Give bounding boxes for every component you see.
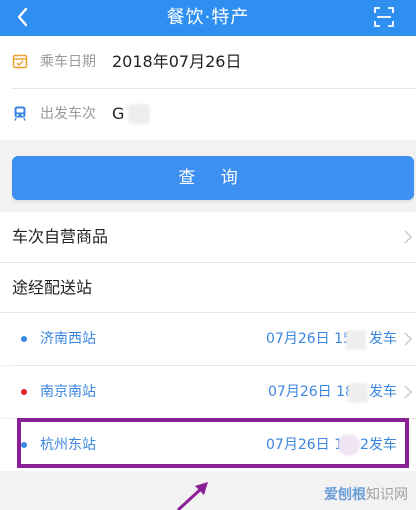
train-row[interactable]: 出发车次 G bbox=[0, 88, 416, 140]
chevron-right-icon bbox=[404, 332, 413, 346]
station-name: 济南西站 bbox=[40, 331, 96, 347]
watermark: 爱刨根知识网 bbox=[324, 484, 408, 504]
redacted-mark bbox=[128, 104, 150, 124]
date-label: 乘车日期 bbox=[40, 54, 96, 70]
station-depart: 发车 bbox=[369, 384, 397, 400]
station-time: 07月26日 18 bbox=[268, 384, 354, 400]
station-dot bbox=[21, 336, 27, 342]
highlight-box bbox=[17, 418, 409, 468]
chevron-right-icon bbox=[404, 385, 413, 399]
station-time: 07月26日 15 bbox=[266, 331, 352, 347]
station-dot bbox=[21, 389, 27, 395]
chevron-right-icon bbox=[404, 230, 413, 244]
station-row[interactable]: 南京南站 07月26日 18 发车 bbox=[0, 366, 416, 418]
query-button[interactable]: 查 询 bbox=[12, 156, 414, 200]
watermark-brand: 爱刨根 bbox=[324, 487, 366, 503]
station-row[interactable]: 济南西站 07月26日 15 发车 bbox=[0, 313, 416, 365]
scan-button[interactable] bbox=[372, 5, 396, 29]
stations-title: 途经配送站 bbox=[12, 278, 93, 297]
train-value: G bbox=[112, 104, 125, 123]
scan-icon bbox=[374, 7, 394, 27]
stations-section: 途经配送站 bbox=[0, 263, 416, 313]
station-depart: 发车 bbox=[369, 331, 397, 347]
products-section[interactable]: 车次自营商品 bbox=[0, 212, 416, 262]
train-icon bbox=[14, 106, 26, 121]
page-title: 餐饮·特产 bbox=[166, 7, 250, 28]
products-title: 车次自营商品 bbox=[12, 227, 109, 246]
calendar-icon bbox=[12, 54, 28, 69]
date-value: 2018年07月26日 bbox=[112, 52, 242, 71]
trip-form: 乘车日期 2018年07月26日 出发车次 G bbox=[0, 36, 416, 140]
watermark-suffix: 知识网 bbox=[366, 487, 408, 503]
top-bar: 餐饮·特产 bbox=[0, 0, 416, 36]
redacted-mark bbox=[346, 330, 366, 350]
train-label: 出发车次 bbox=[40, 106, 96, 122]
redacted-mark bbox=[348, 383, 368, 403]
date-row[interactable]: 乘车日期 2018年07月26日 bbox=[0, 36, 416, 88]
station-name: 南京南站 bbox=[40, 384, 96, 400]
